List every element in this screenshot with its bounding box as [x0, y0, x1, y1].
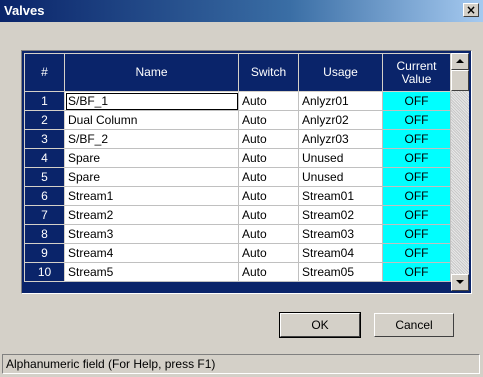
- table-row: 4 Spare Auto Unused OFF: [24, 148, 451, 168]
- switch-cell[interactable]: Auto: [238, 129, 299, 149]
- name-cell[interactable]: Spare: [64, 167, 239, 187]
- status-bar: Alphanumeric field (For Help, press F1): [2, 354, 480, 374]
- value-cell[interactable]: OFF: [382, 129, 451, 149]
- switch-cell[interactable]: Auto: [238, 167, 299, 187]
- value-cell[interactable]: OFF: [382, 91, 451, 111]
- switch-cell[interactable]: Auto: [238, 148, 299, 168]
- row-number[interactable]: 4: [24, 148, 65, 168]
- usage-cell[interactable]: Stream05: [298, 262, 383, 282]
- title-bar: Valves ×: [0, 0, 483, 22]
- switch-cell[interactable]: Auto: [238, 91, 299, 111]
- cancel-button[interactable]: Cancel: [374, 313, 454, 337]
- valves-grid: # Name Switch Usage Current Value 1 S/BF…: [21, 50, 472, 294]
- column-header-current-value-label: Current Value: [396, 58, 437, 86]
- header-row: # Name Switch Usage Current Value: [24, 53, 451, 92]
- row-number[interactable]: 2: [24, 110, 65, 130]
- usage-cell[interactable]: Anlyzr02: [298, 110, 383, 130]
- column-header-switch[interactable]: Switch: [238, 53, 299, 92]
- usage-cell[interactable]: Anlyzr01: [298, 91, 383, 111]
- usage-cell[interactable]: Unused: [298, 167, 383, 187]
- name-cell[interactable]: Stream2: [64, 205, 239, 225]
- window-title: Valves: [4, 3, 45, 18]
- usage-cell[interactable]: Stream03: [298, 224, 383, 244]
- status-text: Alphanumeric field (For Help, press F1): [6, 357, 216, 371]
- value-cell[interactable]: OFF: [382, 186, 451, 206]
- value-cell[interactable]: OFF: [382, 224, 451, 244]
- usage-cell[interactable]: Anlyzr03: [298, 129, 383, 149]
- row-number[interactable]: 3: [24, 129, 65, 149]
- column-header-number[interactable]: #: [24, 53, 65, 92]
- switch-cell[interactable]: Auto: [238, 243, 299, 263]
- row-number[interactable]: 10: [24, 262, 65, 282]
- close-button[interactable]: ×: [463, 3, 479, 17]
- usage-cell[interactable]: Stream01: [298, 186, 383, 206]
- name-cell[interactable]: Spare: [64, 148, 239, 168]
- name-cell[interactable]: Stream1: [64, 186, 239, 206]
- table-row: 1 S/BF_1 Auto Anlyzr01 OFF: [24, 91, 451, 111]
- table-row: 7 Stream2 Auto Stream02 OFF: [24, 205, 451, 225]
- table-row: 8 Stream3 Auto Stream03 OFF: [24, 224, 451, 244]
- scroll-up-button[interactable]: [451, 53, 469, 70]
- value-cell[interactable]: OFF: [382, 110, 451, 130]
- value-cell[interactable]: OFF: [382, 167, 451, 187]
- usage-cell[interactable]: Stream04: [298, 243, 383, 263]
- ok-button[interactable]: OK: [279, 312, 361, 338]
- arrow-down-icon: [456, 280, 464, 284]
- column-header-usage[interactable]: Usage: [298, 53, 383, 92]
- switch-cell[interactable]: Auto: [238, 224, 299, 244]
- value-cell[interactable]: OFF: [382, 205, 451, 225]
- table-row: 5 Spare Auto Unused OFF: [24, 167, 451, 187]
- usage-cell[interactable]: Stream02: [298, 205, 383, 225]
- row-number[interactable]: 9: [24, 243, 65, 263]
- valves-table: # Name Switch Usage Current Value 1 S/BF…: [24, 53, 451, 282]
- switch-cell[interactable]: Auto: [238, 262, 299, 282]
- table-row: 6 Stream1 Auto Stream01 OFF: [24, 186, 451, 206]
- name-cell[interactable]: S/BF_1: [64, 91, 239, 111]
- table-row: 2 Dual Column Auto Anlyzr02 OFF: [24, 110, 451, 130]
- name-cell[interactable]: S/BF_2: [64, 129, 239, 149]
- row-number[interactable]: 1: [24, 91, 65, 111]
- table-row: 10 Stream5 Auto Stream05 OFF: [24, 262, 451, 282]
- name-cell[interactable]: Stream5: [64, 262, 239, 282]
- switch-cell[interactable]: Auto: [238, 186, 299, 206]
- column-header-current-value[interactable]: Current Value: [382, 53, 451, 92]
- name-cell[interactable]: Stream4: [64, 243, 239, 263]
- table-row: 9 Stream4 Auto Stream04 OFF: [24, 243, 451, 263]
- scroll-thumb[interactable]: [451, 70, 469, 91]
- value-cell[interactable]: OFF: [382, 243, 451, 263]
- arrow-up-icon: [456, 59, 464, 63]
- row-number[interactable]: 5: [24, 167, 65, 187]
- usage-cell[interactable]: Unused: [298, 148, 383, 168]
- row-number[interactable]: 7: [24, 205, 65, 225]
- name-cell[interactable]: Dual Column: [64, 110, 239, 130]
- row-number[interactable]: 6: [24, 186, 65, 206]
- scroll-down-button[interactable]: [451, 274, 469, 291]
- row-number[interactable]: 8: [24, 224, 65, 244]
- switch-cell[interactable]: Auto: [238, 110, 299, 130]
- name-cell[interactable]: Stream3: [64, 224, 239, 244]
- close-icon: ×: [465, 3, 477, 17]
- value-cell[interactable]: OFF: [382, 262, 451, 282]
- vertical-scrollbar[interactable]: [451, 53, 469, 291]
- column-header-name[interactable]: Name: [64, 53, 239, 92]
- value-cell[interactable]: OFF: [382, 148, 451, 168]
- switch-cell[interactable]: Auto: [238, 205, 299, 225]
- table-row: 3 S/BF_2 Auto Anlyzr03 OFF: [24, 129, 451, 149]
